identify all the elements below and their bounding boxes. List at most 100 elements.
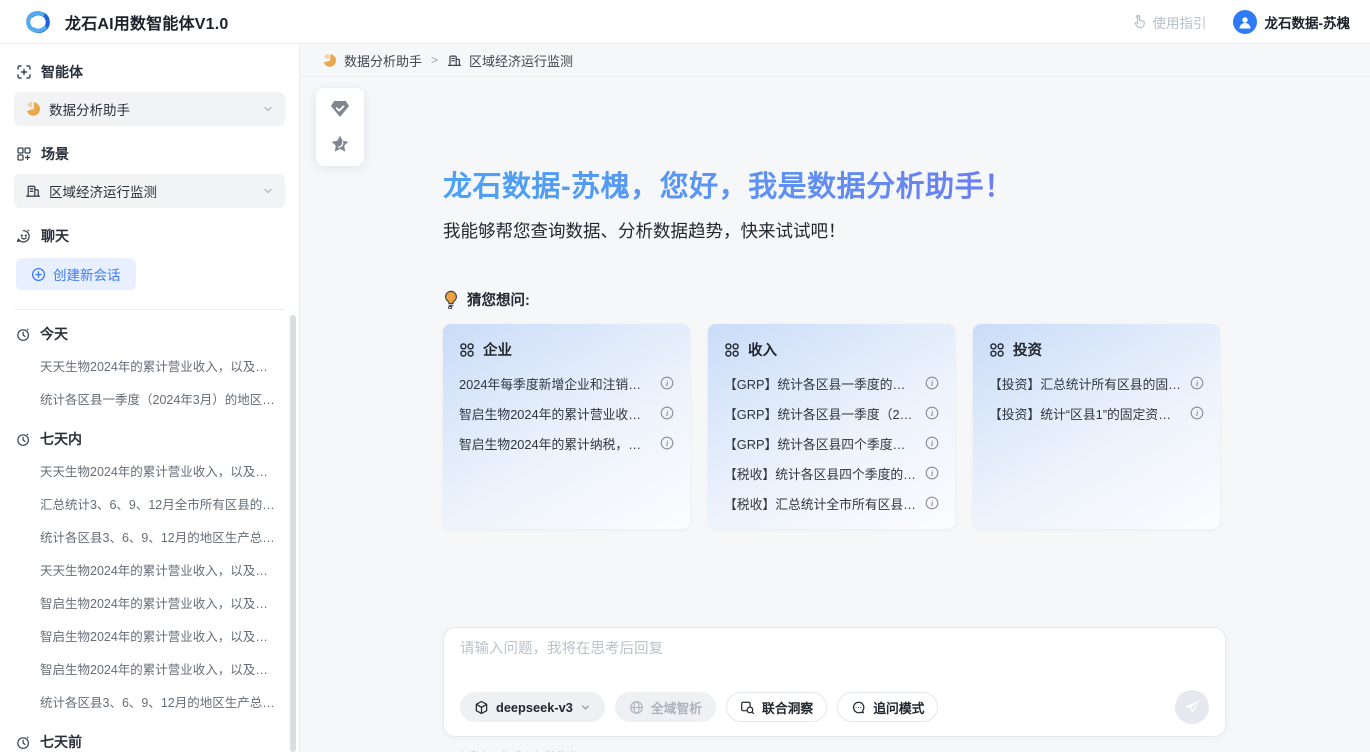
scene-section-label: 场景 <box>16 144 283 164</box>
suggested-question[interactable]: 2024年每季度新增企业和注销企业 i <box>459 368 674 398</box>
history-item[interactable]: 天天生物2024年的累计营业收入，以及同期... <box>14 349 285 382</box>
model-select[interactable]: deepseek-v3 <box>460 692 605 722</box>
card-title-text: 投资 <box>1013 339 1042 360</box>
suggested-question-text: 【GRP】统计各区县四个季度的地... <box>724 434 917 453</box>
chat-section-label: 聊天 <box>16 226 283 246</box>
history-group-header: 七天内 <box>16 429 283 449</box>
send-button[interactable] <box>1175 690 1209 724</box>
sidebar-scrollbar[interactable] <box>290 315 296 752</box>
new-chat-button[interactable]: 创建新会话 <box>16 258 136 290</box>
composer: deepseek-v3 全域智析联合洞察 追问模式 <box>443 627 1226 737</box>
history-item[interactable]: 天天生物2024年的累计营业收入，以及同期... <box>14 553 285 586</box>
suggested-question[interactable]: 智启生物2024年的累计纳税，以及... i <box>459 428 674 458</box>
svg-text:i: i <box>931 438 934 448</box>
welcome-content: 龙石数据-苏槐，您好，我是数据分析助手！ 我能够帮您查询数据、分析数据趋势，快来… <box>443 170 1226 752</box>
star-icon[interactable] <box>330 134 350 154</box>
question-input[interactable] <box>460 641 1209 657</box>
suggested-question-text: 智启生物2024年的累计纳税，以及... <box>459 434 652 453</box>
usage-guide-link[interactable]: 使用指引 <box>1132 12 1207 32</box>
agent-selected-value: 数据分析助手 <box>49 99 130 119</box>
svg-text:i: i <box>666 438 669 448</box>
suggested-question-text: 【GRP】统计各区县一季度的地区... <box>724 374 917 393</box>
tool-pill[interactable]: 全域智析 <box>615 692 716 722</box>
info-icon[interactable]: i <box>925 496 939 510</box>
suggested-question[interactable]: 【税收】汇总统计全市所有区县的...i <box>724 488 939 518</box>
svg-text:i: i <box>666 378 669 388</box>
followup-icon <box>851 700 866 715</box>
suggested-question[interactable]: 【GRP】统计各区县一季度（2024...i <box>724 398 939 428</box>
floating-toolbar <box>316 88 364 166</box>
agent-icon <box>16 64 32 80</box>
history-item[interactable]: 统计各区县3、6、9、12月的地区生产总值... <box>14 520 285 553</box>
breadcrumb-agent-label: 数据分析助手 <box>344 51 422 70</box>
history-group-label: 七天内 <box>40 429 82 449</box>
new-chat-label: 创建新会话 <box>53 264 121 284</box>
suggested-question[interactable]: 【投资】统计“区县1”的固定资产投... i <box>989 398 1204 428</box>
chat-smile-icon <box>16 228 32 244</box>
clock-icon <box>16 327 31 342</box>
greeting-subtitle: 我能够帮您查询数据、分析数据趋势，快来试试吧！ <box>443 218 1226 244</box>
svg-text:i: i <box>1196 408 1199 418</box>
history-item[interactable]: 天天生物2024年的累计营业收入，以及同期... <box>14 454 285 487</box>
app-logo-icon <box>20 9 56 35</box>
suggested-question[interactable]: 【GRP】统计各区县一季度的地区... i <box>724 368 939 398</box>
category-grid-icon <box>724 342 740 358</box>
chat-section-text: 聊天 <box>41 226 69 246</box>
breadcrumb-agent[interactable]: 数据分析助手 <box>322 51 422 70</box>
info-icon[interactable]: i <box>660 406 674 420</box>
svg-text:i: i <box>931 408 934 418</box>
sidebar-divider <box>14 309 285 310</box>
agent-select[interactable]: 数据分析助手 <box>14 92 285 126</box>
card-title-text: 企业 <box>483 339 512 360</box>
svg-text:i: i <box>931 498 934 508</box>
suggested-question[interactable]: 智启生物2024年的累计营业收入，... i <box>459 398 674 428</box>
suggested-question-text: 2024年每季度新增企业和注销企业 <box>459 374 652 393</box>
card-title: 收入 <box>724 339 939 360</box>
breadcrumb-scene-label: 区域经济运行监测 <box>469 51 573 70</box>
clock-icon <box>16 735 31 750</box>
pie-chart-icon <box>25 101 41 117</box>
suggested-question-text: 智启生物2024年的累计营业收入，... <box>459 404 652 423</box>
app-title: 龙石AI用数智能体V1.0 <box>65 10 229 34</box>
info-icon[interactable]: i <box>925 466 939 480</box>
info-icon[interactable]: i <box>1190 406 1204 420</box>
chevron-down-icon <box>262 103 274 115</box>
svg-text:i: i <box>666 408 669 418</box>
tool-pill[interactable]: 联合洞察 <box>726 692 827 722</box>
user-menu[interactable]: 龙石数据-苏槐 <box>1233 10 1351 34</box>
greeting-title: 龙石数据-苏槐，您好，我是数据分析助手！ <box>443 170 1226 204</box>
history-item[interactable]: 统计各区县3、6、9、12月的地区生产总值... <box>14 685 285 718</box>
insight-icon <box>740 700 755 715</box>
suggestion-card: 收入【GRP】统计各区县一季度的地区...i【GRP】统计各区县一季度（2024… <box>708 324 955 529</box>
info-icon[interactable]: i <box>1190 376 1204 390</box>
history-item[interactable]: 智启生物2024年的累计营业收入，以及同期... <box>14 619 285 652</box>
info-icon[interactable]: i <box>660 376 674 390</box>
scene-grid-icon <box>16 146 32 162</box>
scene-select[interactable]: 区域经济运行监测 <box>14 174 285 208</box>
tool-pill-label: 追问模式 <box>873 698 924 717</box>
breadcrumb-scene[interactable]: 区域经济运行监测 <box>447 51 573 70</box>
info-icon[interactable]: i <box>925 376 939 390</box>
svg-text:i: i <box>1196 378 1199 388</box>
clock-icon <box>16 432 31 447</box>
history-item[interactable]: 智启生物2024年的累计营业收入，以及同期... <box>14 652 285 685</box>
info-icon[interactable]: i <box>925 406 939 420</box>
suggested-question-text: 【投资】统计“区县1”的固定资产投... <box>989 404 1182 423</box>
history-item[interactable]: 统计各区县一季度（2024年3月）的地区生... <box>14 382 285 415</box>
info-icon[interactable]: i <box>660 436 674 450</box>
tool-pill[interactable]: 追问模式 <box>837 692 938 722</box>
suggest-label: 猜您想问: <box>467 289 530 310</box>
history-item[interactable]: 智启生物2024年的累计营业收入，以及同期... <box>14 586 285 619</box>
suggested-question[interactable]: 【税收】统计各区县四个季度的税...i <box>724 458 939 488</box>
history-item[interactable]: 汇总统计3、6、9、12月全市所有区县的税... <box>14 487 285 520</box>
top-bar: 龙石AI用数智能体V1.0 使用指引 龙石数据-苏槐 <box>0 0 1370 44</box>
gem-check-icon[interactable] <box>330 100 350 118</box>
suggested-question[interactable]: 【GRP】统计各区县四个季度的地... i <box>724 428 939 458</box>
history-group-label: 今天 <box>40 324 68 344</box>
svg-text:i: i <box>931 378 934 388</box>
breadcrumb-separator: > <box>431 53 438 67</box>
agent-section-label: 智能体 <box>16 62 283 82</box>
main-area: 数据分析助手 > 区域经济运行监测 <box>300 44 1370 752</box>
info-icon[interactable]: i <box>925 436 939 450</box>
suggested-question[interactable]: 【投资】汇总统计所有区县的固定...i <box>989 368 1204 398</box>
